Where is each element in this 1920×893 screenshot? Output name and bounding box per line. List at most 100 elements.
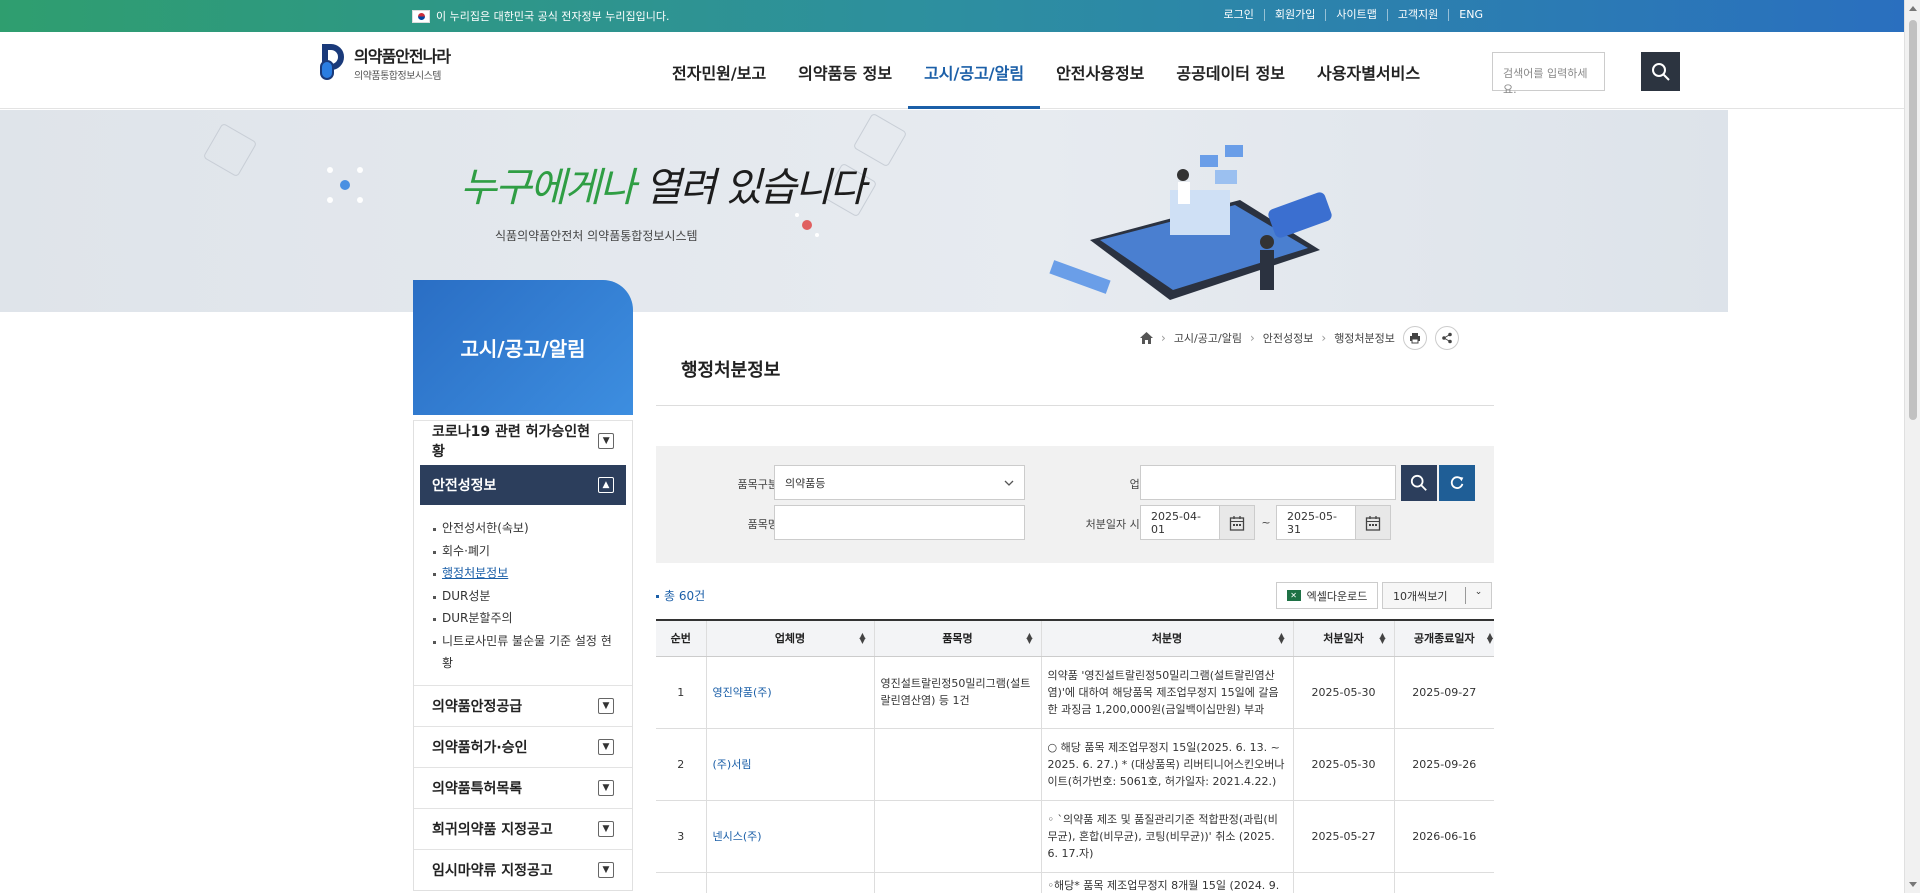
cell-no	[656, 872, 706, 893]
date-to-input[interactable]: 2025-05-31	[1276, 505, 1358, 540]
cell-end-date: 2025-09-27	[1393, 656, 1494, 729]
column-header-date[interactable]: 처분일자 ▲ ▼	[1292, 619, 1394, 657]
table-row[interactable]: 1 영진약품(주) 영진설트랄린정50밀리그램(설트랄린염산염) 등 1건 의약…	[656, 656, 1494, 729]
logo-mark-icon	[318, 42, 350, 82]
cell-company[interactable]	[705, 872, 874, 893]
support-link[interactable]: 고객지원	[1386, 9, 1448, 21]
submenu-admin-action[interactable]: 행정처분정보	[432, 562, 614, 585]
share-button[interactable]	[1434, 326, 1459, 350]
sidebar-item-approval[interactable]: 의약품허가·승인 ▼	[414, 725, 632, 767]
nav-public-data[interactable]: 공공데이터 정보	[1160, 32, 1301, 109]
nav-safe-use[interactable]: 안전사용정보	[1040, 32, 1160, 109]
category-select[interactable]: 의약품등	[774, 465, 1025, 500]
molecule-icon	[795, 213, 819, 237]
sidebar-nav: 코로나19 관련 허가승인현황 ▼ 안전성정보 ▲ 안전성서한(속보) 회수·폐…	[413, 420, 633, 891]
logo-subtitle: 의약품통합정보시스템	[354, 70, 442, 82]
table-row[interactable]: 3 넨시스(주) ◦ `의약품 제조 및 품질관리기준 적합판정(과립(비무균)…	[656, 800, 1494, 873]
column-header-action[interactable]: 처분명 ▲ ▼	[1040, 619, 1293, 657]
table-row[interactable]: ◦해당* 품목 제조업무정지 8개월 15일 (2024. 9.	[656, 872, 1494, 893]
search-button[interactable]	[1401, 465, 1437, 501]
site-search-input[interactable]: 검색어를 입력하세요.	[1492, 52, 1605, 96]
cell-company[interactable]: 영진약품(주)	[705, 656, 874, 729]
site-logo[interactable]: 의약품안전나라 의약품통합정보시스템	[318, 42, 451, 82]
sidebar-item-label: 코로나19 관련 허가승인현황	[432, 424, 591, 460]
submenu-nitrosamine[interactable]: 니트로사민류 불순물 기준 설정 현황	[432, 630, 614, 675]
main-nav: 전자민원/보고 의약품등 정보 고시/공고/알림 안전사용정보 공공데이터 정보…	[656, 32, 1436, 109]
page-title: 행정처분정보	[681, 360, 781, 381]
column-header-product[interactable]: 품목명 ▲ ▼	[873, 619, 1041, 657]
excel-download-button[interactable]: ✕ 엑셀다운로드	[1276, 582, 1378, 609]
print-icon	[1409, 333, 1420, 344]
breadcrumb: › 고시/공고/알림 › 안전성정보 › 행정처분정보	[1140, 326, 1459, 350]
sidebar-item-covid[interactable]: 코로나19 관련 허가승인현황 ▼	[414, 420, 632, 461]
category-select-value: 의약품등	[785, 476, 826, 490]
submenu-recall[interactable]: 회수·폐기	[432, 540, 614, 563]
sidebar-item-label: 의약품허가·승인	[432, 739, 528, 756]
scroll-up-arrow-icon[interactable]	[1909, 6, 1917, 11]
banner-slogan: 누구에게나 열려 있습니다	[460, 165, 866, 211]
admin-action-table: 순번 업체명 ▲ ▼ 품목명 ▲ ▼ 처분명 ▲ ▼ 처분일자 ▲ ▼ 공개종료일자 ▲ ▼ 1 영…	[656, 619, 1494, 893]
molecule-icon	[327, 167, 363, 203]
page-scrollbar[interactable]	[1904, 0, 1920, 893]
title-divider	[656, 405, 1494, 406]
nav-user-services[interactable]: 사용자별서비스	[1301, 32, 1436, 109]
product-input[interactable]	[774, 505, 1025, 540]
signup-link[interactable]: 회원가입	[1263, 9, 1325, 21]
scroll-down-arrow-icon[interactable]	[1909, 882, 1917, 887]
cell-date: 2025-05-30	[1292, 656, 1394, 729]
cell-end-date: 2026-06-16	[1393, 800, 1494, 873]
column-header-end-date[interactable]: 공개종료일자 ▲ ▼	[1393, 619, 1494, 657]
sort-icon: ▲ ▼	[1026, 631, 1033, 645]
cell-end-date: 2025-09-26	[1393, 728, 1494, 801]
cell-action: ○ 해당 품목 제조업무정지 15일(2025. 6. 13. ~ 2025. …	[1040, 728, 1293, 801]
cell-product	[873, 728, 1041, 801]
site-header: 의약품안전나라 의약품통합정보시스템 전자민원/보고 의약품등 정보 고시/공고…	[0, 32, 1904, 109]
print-button[interactable]	[1402, 326, 1427, 350]
breadcrumb-item[interactable]: 고시/공고/알림	[1174, 330, 1242, 346]
scrollbar-thumb[interactable]	[1909, 20, 1917, 420]
sort-icon: ▲ ▼	[1379, 631, 1386, 645]
cell-date: 2025-05-30	[1292, 728, 1394, 801]
submenu-dur-ingredient[interactable]: DUR성분	[432, 585, 614, 608]
nav-notices[interactable]: 고시/공고/알림	[908, 32, 1041, 109]
login-link[interactable]: 로그인	[1213, 9, 1263, 21]
column-header-company[interactable]: 업체명 ▲ ▼	[705, 619, 874, 657]
cell-no: 3	[656, 800, 706, 873]
sidebar-item-temp-narcotics[interactable]: 임시마약류 지정공고 ▼	[414, 848, 632, 890]
submenu-dur-split[interactable]: DUR분할주의	[432, 607, 614, 630]
sitemap-link[interactable]: 사이트맵	[1325, 9, 1386, 21]
cell-company[interactable]: 넨시스(주)	[705, 800, 874, 873]
sidebar-item-supply[interactable]: 의약품안정공급 ▼	[414, 684, 632, 726]
sidebar-item-label: 안전성정보	[432, 478, 497, 494]
breadcrumb-item[interactable]: 행정처분정보	[1334, 330, 1395, 346]
reset-button[interactable]	[1439, 465, 1475, 501]
cell-date	[1292, 872, 1394, 893]
table-row[interactable]: 2 (주)서림 ○ 해당 품목 제조업무정지 15일(2025. 6. 13. …	[656, 728, 1494, 801]
sidebar-item-safety-info[interactable]: 안전성정보 ▲	[420, 465, 626, 505]
home-icon[interactable]	[1140, 332, 1153, 344]
cell-product	[873, 872, 1041, 893]
sort-icon: ▲ ▼	[1278, 631, 1285, 645]
breadcrumb-item[interactable]: 안전성정보	[1263, 330, 1314, 346]
company-input[interactable]	[1140, 465, 1396, 500]
english-link[interactable]: ENG	[1448, 9, 1493, 21]
nav-e-petition[interactable]: 전자민원/보고	[656, 32, 782, 109]
nav-drug-info[interactable]: 의약품등 정보	[782, 32, 908, 109]
page-size-select[interactable]: 10개씩보기 ⌄	[1382, 582, 1492, 609]
sidebar-item-patent[interactable]: 의약품특허목록 ▼	[414, 766, 632, 808]
chevron-down-icon: ▼	[598, 697, 614, 714]
sidebar-item-label: 의약품특허목록	[432, 780, 523, 797]
cell-company[interactable]: (주)서림	[705, 728, 874, 801]
chevron-down-icon: ▼	[598, 779, 614, 796]
cell-action: ◦ `의약품 제조 및 품질관리기준 적합판정(과립(비무균), 혼합(비무균)…	[1040, 800, 1293, 873]
sort-icon: ▲ ▼	[1486, 631, 1493, 645]
sidebar-item-orphan[interactable]: 희귀의약품 지정공고 ▼	[414, 807, 632, 849]
site-search-button[interactable]	[1641, 52, 1680, 91]
date-from-calendar-button[interactable]	[1219, 505, 1255, 540]
submenu-safety-letter[interactable]: 안전성서한(속보)	[432, 517, 614, 540]
gov-notice-text: 이 누리집은 대한민국 공식 전자정부 누리집입니다.	[436, 10, 670, 23]
sidebar-item-label: 의약품안정공급	[432, 698, 523, 715]
date-from-input[interactable]: 2025-04-01	[1140, 505, 1222, 540]
date-to-calendar-button[interactable]	[1355, 505, 1391, 540]
korea-flag-icon	[412, 9, 430, 23]
